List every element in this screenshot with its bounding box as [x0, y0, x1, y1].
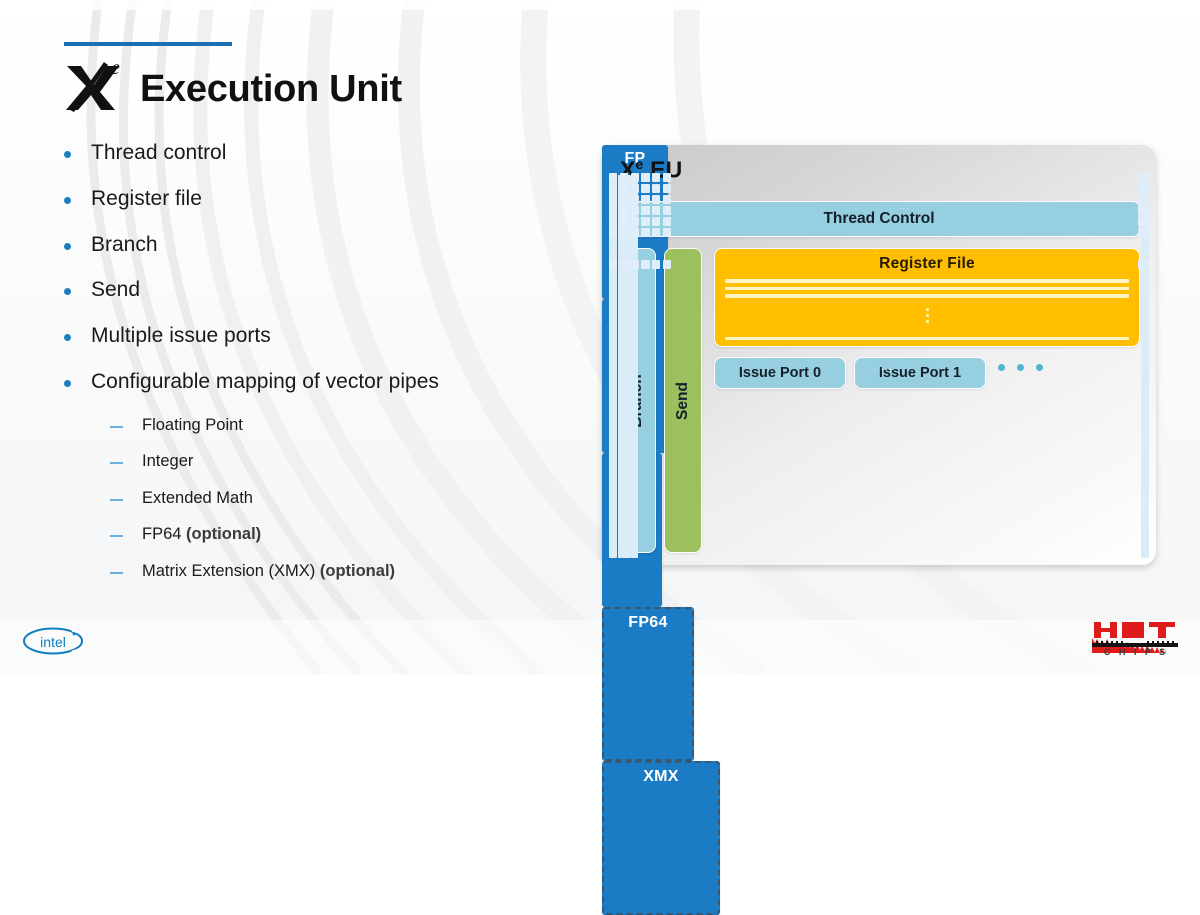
bullet-dot-icon: [64, 288, 71, 296]
list-item: Thread control: [64, 140, 584, 166]
dash-bullet-icon: [110, 572, 123, 574]
intel-logo: intel: [22, 626, 89, 661]
pipe-fp64-label: FP64: [628, 614, 668, 631]
bullet-dot-icon: [64, 196, 71, 204]
dash-bullet-icon: [110, 498, 123, 501]
bullet-dot-icon: [64, 334, 71, 341]
list-item: Branch: [64, 232, 584, 258]
bullet-label: Multiple issue ports: [91, 324, 271, 347]
page-title-block: e Execution Unit: [64, 42, 402, 112]
pipe-xmx-label: XMX: [643, 768, 679, 785]
bullet-dot-icon: [64, 379, 71, 387]
svg-text:C H I P S: C H I P S: [1104, 647, 1168, 656]
hot-chips-logo: C H I P S: [1090, 620, 1182, 661]
sub-bullet-label: Extended Math: [142, 488, 253, 507]
list-item: Register file: [64, 186, 584, 212]
bullet-dot-icon: [64, 242, 71, 250]
title-underline-rule: [64, 42, 232, 46]
list-item: Configurable mapping of vector pipes: [64, 369, 584, 395]
list-item: Send: [64, 277, 584, 303]
bullet-label: Branch: [91, 232, 158, 256]
sub-list-item: Floating Point: [110, 415, 584, 436]
bullet-label: Thread control: [91, 141, 227, 164]
list-item: Multiple issue ports: [64, 323, 584, 349]
bullet-label: Register file: [91, 186, 202, 210]
sub-list-item: Matrix Extension (XMX) (optional): [110, 561, 584, 582]
xe-eu-block-diagram: Xe EU Thread Control Branch Send Registe…: [602, 145, 1156, 915]
sub-bullet-label: Matrix Extension (XMX) (optional): [142, 562, 396, 580]
sub-bullet-label: FP64 (optional): [142, 525, 262, 544]
bullet-list: Thread control Register file Branch Send…: [64, 140, 584, 598]
bullet-label: Configurable mapping of vector pipes: [91, 369, 439, 393]
dash-bullet-icon: [110, 462, 123, 465]
page-title: Execution Unit: [140, 68, 402, 110]
bullet-dot-icon: [64, 151, 71, 158]
sub-bullet-label: Floating Point: [142, 415, 243, 434]
bullet-label: Send: [91, 278, 141, 302]
sub-list-item: Integer: [110, 451, 584, 472]
pipe-fp64-block: FP64 ...: [602, 175, 1149, 761]
dash-bullet-icon: [110, 425, 123, 428]
sub-list-item: FP64 (optional): [110, 524, 584, 545]
svg-text:intel: intel: [40, 634, 66, 650]
sub-bullet-label: Integer: [142, 452, 194, 471]
svg-text:e: e: [111, 57, 120, 79]
sub-list-item: Extended Math: [110, 488, 584, 509]
xe-brand-logo: e: [64, 54, 138, 112]
dash-bullet-icon: [110, 535, 123, 538]
pipe-xmx-block: XMX ... ⋰ ...: [602, 173, 1149, 915]
